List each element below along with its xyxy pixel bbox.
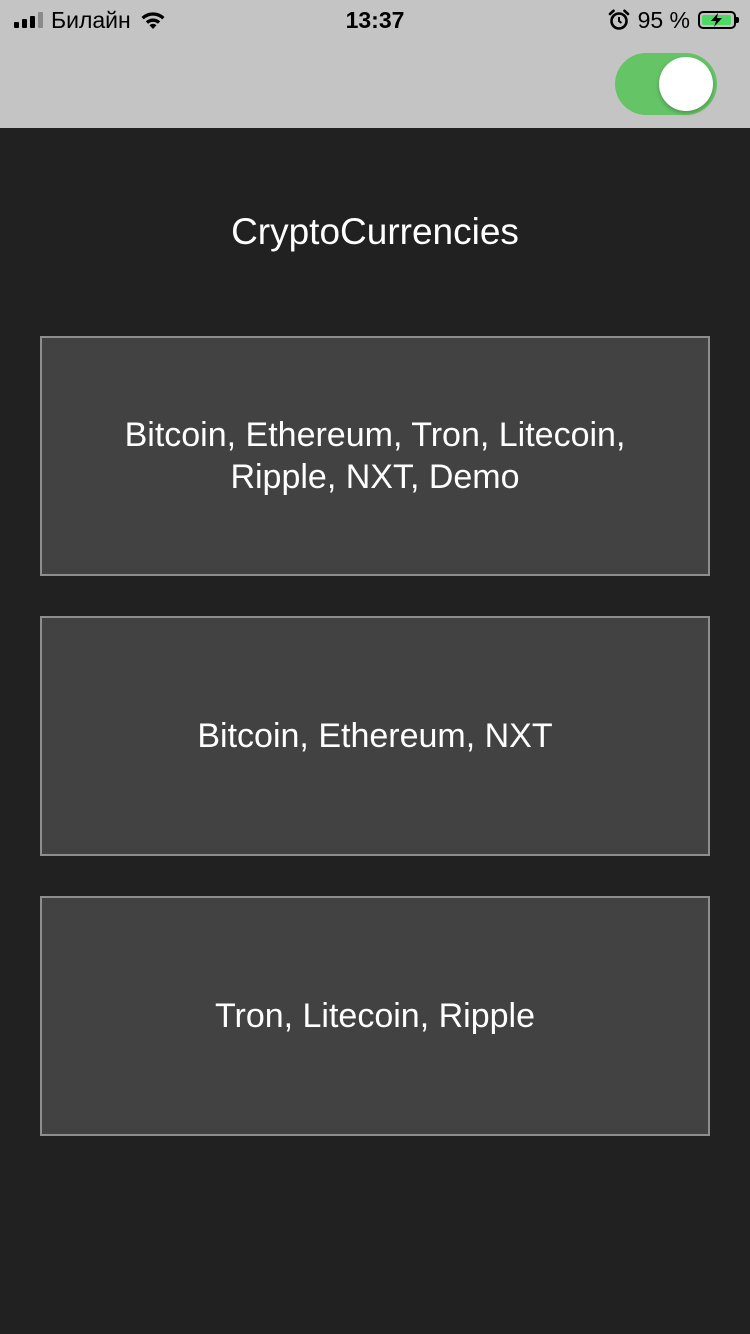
currency-group-card[interactable]: Tron, Litecoin, Ripple xyxy=(40,896,710,1136)
nav-bar xyxy=(0,40,750,128)
status-bar: Билайн 13:37 95 % xyxy=(0,0,750,40)
currency-group-card[interactable]: Bitcoin, Ethereum, Tron, Litecoin, Rippl… xyxy=(40,336,710,576)
page-title: CryptoCurrencies xyxy=(231,211,519,252)
charging-bolt-icon xyxy=(711,13,722,27)
currency-group-card[interactable]: Bitcoin, Ethereum, NXT xyxy=(40,616,710,856)
currency-group-label: Bitcoin, Ethereum, NXT xyxy=(197,717,553,755)
alarm-icon xyxy=(608,9,629,30)
status-right: 95 % xyxy=(608,6,739,34)
currency-group-label: Tron, Litecoin, Ripple xyxy=(214,997,535,1035)
battery-percent: 95 % xyxy=(637,7,690,33)
battery-charging-icon xyxy=(698,11,739,29)
currency-group-label: Bitcoin, Ethereum, Tron, Litecoin, Rippl… xyxy=(124,416,626,496)
toggle-knob xyxy=(659,57,713,111)
theme-toggle[interactable] xyxy=(615,53,717,115)
